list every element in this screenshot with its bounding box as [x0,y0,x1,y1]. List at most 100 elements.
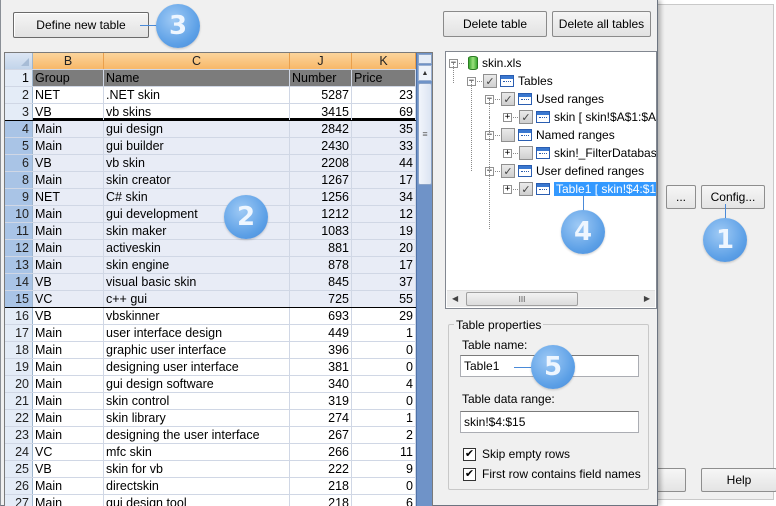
help-button[interactable]: Help [701,468,776,492]
table-row[interactable]: 21 Main skin control 319 0 [5,393,416,410]
cell-group[interactable]: Main [33,427,104,443]
tables-tree[interactable]: ◀ III ▶ − skin.xls − ✓ Tables − ✓ Used ranges + ✓… [445,51,657,309]
cell-group[interactable]: Main [33,206,104,222]
cell-group[interactable]: Main [33,325,104,341]
table-row[interactable]: 8 Main skin creator 1267 17 [5,172,416,189]
cell-price[interactable]: 23 [352,87,416,103]
tree-checkbox[interactable]: ✓ [519,182,533,196]
cell-price[interactable]: 29 [352,308,416,324]
cell-name[interactable]: gui builder [104,138,290,154]
tree-checkbox[interactable] [501,128,515,142]
cell-name[interactable]: user interface design [104,325,290,341]
cell-number[interactable]: 381 [290,359,352,375]
table-row[interactable]: 15 VC c++ gui 725 55 [5,291,416,308]
cell-price[interactable]: 0 [352,359,416,375]
table-row[interactable]: 17 Main user interface design 449 1 [5,325,416,342]
cell-group[interactable]: Main [33,257,104,273]
cell-group[interactable]: Main [33,393,104,409]
cell-number[interactable]: 267 [290,427,352,443]
table-row[interactable]: 23 Main designing the user interface 267 2 [5,427,416,444]
cell-name[interactable]: c++ gui [104,291,290,307]
cell-number[interactable]: 5287 [290,87,352,103]
row-number[interactable]: 19 [5,359,33,375]
row-number[interactable]: 1 [5,70,33,86]
row-number[interactable]: 22 [5,410,33,426]
table-row[interactable]: 25 VB skin for vb 222 9 [5,461,416,478]
cell-name[interactable]: .NET skin [104,87,290,103]
cell-group[interactable]: Main [33,478,104,494]
cell-price[interactable]: 17 [352,172,416,188]
cell-price[interactable]: 0 [352,393,416,409]
cell-number[interactable]: 218 [290,495,352,506]
define-new-table-button[interactable]: Define new table [13,12,149,38]
table-row[interactable]: 24 VC mfc skin 266 11 [5,444,416,461]
cell-price[interactable]: 44 [352,155,416,171]
cell-name[interactable]: graphic user interface [104,342,290,358]
table-row[interactable]: 10 Main gui development 1212 12 [5,206,416,223]
cell-price[interactable]: 69 [352,104,416,120]
row-number[interactable]: 25 [5,461,33,477]
cell-group[interactable]: VB [33,274,104,290]
table-row[interactable]: 4 Main gui design 2842 35 [5,121,416,138]
scroll-left-arrow-icon[interactable]: ◀ [452,294,458,303]
cell-group[interactable]: Group [33,70,104,86]
cell-number[interactable]: 2208 [290,155,352,171]
row-number[interactable]: 11 [5,223,33,239]
cell-price[interactable]: Price [352,70,416,86]
field-name-row[interactable]: 1 Group Name Number Price [5,70,416,87]
config-button[interactable]: Config... [701,185,765,209]
cell-group[interactable]: Main [33,495,104,506]
table-row[interactable]: 2 NET .NET skin 5287 23 [5,87,416,104]
cell-group[interactable]: NET [33,87,104,103]
cell-price[interactable]: 33 [352,138,416,154]
cell-name[interactable]: skin creator [104,172,290,188]
cell-number[interactable]: 845 [290,274,352,290]
cell-group[interactable]: VB [33,461,104,477]
cell-group[interactable]: Main [33,172,104,188]
tree-node[interactable]: + ✓ Table1 [ skin!$4:$15 [503,180,656,198]
table-row[interactable]: 20 Main gui design software 340 4 [5,376,416,393]
cell-name[interactable]: skin library [104,410,290,426]
delete-all-tables-button[interactable]: Delete all tables [552,11,651,37]
cell-number[interactable]: 881 [290,240,352,256]
tree-node[interactable]: − ✓ User defined ranges [485,162,644,180]
row-number[interactable]: 10 [5,206,33,222]
cell-number[interactable]: 1267 [290,172,352,188]
tree-checkbox[interactable]: ✓ [501,92,515,106]
expand-icon[interactable]: + [503,184,512,194]
scroll-right-arrow-icon[interactable]: ▶ [644,294,650,303]
cell-number[interactable]: 222 [290,461,352,477]
cell-number[interactable]: 1212 [290,206,352,222]
row-number[interactable]: 9 [5,189,33,205]
column-header-b[interactable]: B [33,53,104,69]
cell-price[interactable]: 4 [352,376,416,392]
split-box[interactable] [418,54,432,64]
cell-price[interactable]: 19 [352,223,416,239]
cell-group[interactable]: Main [33,359,104,375]
first-row-field-names-checkbox[interactable]: ✔ First row contains field names [463,467,641,481]
vertical-scrollbar[interactable]: ▲ ≡ [416,53,432,506]
table-row[interactable]: 3 VB vb skins 3415 69 [5,104,416,121]
cell-number[interactable]: Number [290,70,352,86]
cell-group[interactable]: Main [33,121,104,137]
tree-checkbox[interactable] [519,146,533,160]
tree-node[interactable]: + ✓ skin [ skin!$A$1:$A [503,108,656,126]
cell-group[interactable]: NET [33,189,104,205]
row-number[interactable]: 5 [5,138,33,154]
cell-name[interactable]: skin engine [104,257,290,273]
tree-node[interactable]: − Named ranges [485,126,615,144]
tree-node-label[interactable]: Named ranges [536,128,615,142]
tree-node[interactable]: − skin.xls [449,54,521,72]
cell-number[interactable]: 1083 [290,223,352,239]
cell-number[interactable]: 274 [290,410,352,426]
cell-group[interactable]: VB [33,155,104,171]
expand-icon[interactable]: + [503,148,512,158]
table-row[interactable]: 18 Main graphic user interface 396 0 [5,342,416,359]
tree-node-label[interactable]: Used ranges [536,92,604,106]
row-number[interactable]: 21 [5,393,33,409]
tree-node-label[interactable]: User defined ranges [536,164,644,178]
cell-name[interactable]: activeskin [104,240,290,256]
cell-name[interactable]: gui design software [104,376,290,392]
cell-name[interactable]: directskin [104,478,290,494]
cell-group[interactable]: VC [33,444,104,460]
